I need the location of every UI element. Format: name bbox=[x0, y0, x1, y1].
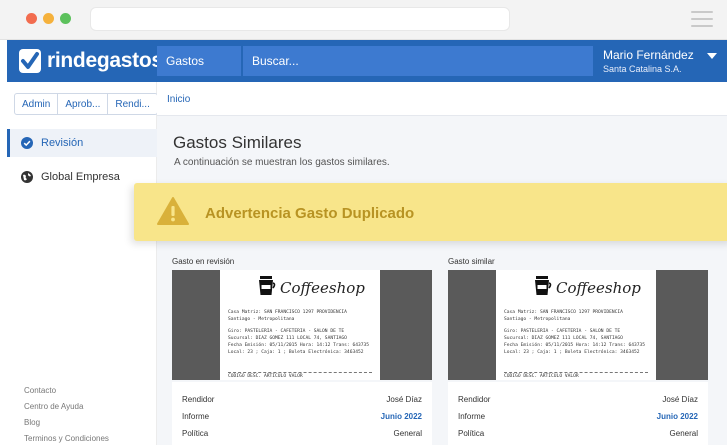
user-menu[interactable]: Mario Fernández Santa Catalina S.A. bbox=[603, 48, 694, 74]
receipt-line: Giro: PASTELERIA - CAFETERIA - SALON DE … bbox=[504, 329, 621, 334]
receipt-line: CODIGO DESC. ARTICULO VALOR bbox=[504, 374, 579, 379]
detail-key: Informe bbox=[458, 412, 486, 421]
page-subtitle: A continuación se muestran los gastos si… bbox=[174, 157, 390, 168]
detail-row-rendidor: Rendidor José Díaz bbox=[458, 395, 698, 409]
detail-value: General bbox=[669, 429, 698, 438]
main-content: Inicio Gastos Similares A continuación s… bbox=[157, 82, 727, 445]
receipt-paper: Coffeeshop Casa Matriz: SAN FRANCISCO 12… bbox=[220, 270, 380, 380]
check-circle-icon bbox=[21, 137, 33, 149]
detail-key: Rendidor bbox=[182, 395, 215, 404]
card-label-review: Gasto en revisión bbox=[172, 257, 235, 266]
sidebar-item-label: Revisión bbox=[41, 137, 84, 149]
chevron-down-icon[interactable] bbox=[707, 53, 717, 59]
detail-row-rendidor: Rendidor José Díaz bbox=[182, 395, 422, 409]
detail-key: Política bbox=[458, 429, 485, 438]
user-name: Mario Fernández bbox=[603, 48, 694, 62]
receipt-line: Local: 23 ; Caja: 1 ; Boleta Electrónica… bbox=[228, 350, 364, 355]
coffee-cup-icon bbox=[259, 276, 276, 295]
segment-aprobador[interactable]: Aprob... bbox=[58, 94, 109, 114]
sidebar-item-revision[interactable]: Revisión bbox=[7, 129, 157, 157]
detail-value: José Díaz bbox=[386, 395, 422, 404]
receipt-brand: Coffeeshop bbox=[280, 279, 365, 297]
address-bar[interactable] bbox=[90, 7, 510, 31]
receipt-line: Santiago - Metropolitana bbox=[504, 317, 571, 322]
receipt-paper: Coffeeshop Casa Matriz: SAN FRANCISCO 12… bbox=[496, 270, 656, 380]
sidebar: Admin Aprob... Rendi... Revisión Global … bbox=[7, 82, 158, 445]
coffee-cup-icon bbox=[535, 276, 552, 295]
footer-link-terminos[interactable]: Terminos y Condiciones bbox=[24, 434, 109, 443]
detail-row-informe: Informe Junio 2022 bbox=[458, 412, 698, 426]
detail-value: José Díaz bbox=[662, 395, 698, 404]
receipt-divider bbox=[504, 372, 648, 373]
footer-link-blog[interactable]: Blog bbox=[24, 418, 40, 427]
logo-text: rindegastos bbox=[47, 49, 163, 72]
window-minimize-dot[interactable] bbox=[43, 13, 54, 24]
receipt-line: Fecha Emisión: 05/11/2015 Hora: 14:12 Tr… bbox=[504, 343, 646, 348]
browser-menu-icon[interactable] bbox=[691, 11, 713, 27]
detail-value-link[interactable]: Junio 2022 bbox=[657, 412, 698, 421]
receipt-line: Sucursal: DIAZ GOMEZ 111 LOCAL 74, SANTI… bbox=[228, 336, 347, 341]
segment-admin[interactable]: Admin bbox=[15, 94, 59, 114]
app-header: rindegastos Gastos Buscar... Mario Ferná… bbox=[7, 40, 727, 82]
expense-details-review: Rendidor José Díaz Informe Junio 2022 Po… bbox=[172, 382, 432, 445]
detail-row-politica: Política General bbox=[182, 429, 422, 443]
receipt-image-similar[interactable]: Coffeeshop Casa Matriz: SAN FRANCISCO 12… bbox=[448, 270, 708, 380]
receipt-image-review[interactable]: Coffeeshop Casa Matriz: SAN FRANCISCO 12… bbox=[172, 270, 432, 380]
role-switcher: Admin Aprob... Rendi... bbox=[14, 93, 158, 115]
user-company: Santa Catalina S.A. bbox=[603, 64, 682, 74]
logo[interactable]: rindegastos bbox=[19, 48, 163, 74]
window-close-dot[interactable] bbox=[26, 13, 37, 24]
footer-link-centro-ayuda[interactable]: Centro de Ayuda bbox=[24, 402, 83, 411]
breadcrumb-inicio[interactable]: Inicio bbox=[167, 94, 190, 105]
search-input[interactable]: Buscar... bbox=[243, 46, 593, 76]
receipt-brand: Coffeeshop bbox=[556, 279, 641, 297]
receipt-line: Fecha Emisión: 05/11/2015 Hora: 14:12 Tr… bbox=[228, 343, 370, 348]
receipt-line: Casa Matriz: SAN FRANCISCO 1297 PROVIDEN… bbox=[228, 310, 347, 315]
duplicate-warning-banner: Advertencia Gasto Duplicado bbox=[134, 183, 727, 241]
sidebar-item-label: Global Empresa bbox=[41, 171, 120, 183]
receipt-line: Santiago - Metropolitana bbox=[228, 317, 295, 322]
warning-text: Advertencia Gasto Duplicado bbox=[205, 205, 415, 222]
detail-row-informe: Informe Junio 2022 bbox=[182, 412, 422, 426]
receipt-line: CODIGO DESC. ARTICULO VALOR bbox=[228, 374, 303, 379]
detail-value-link[interactable]: Junio 2022 bbox=[381, 412, 422, 421]
segment-rendidor[interactable]: Rendi... bbox=[108, 94, 156, 114]
receipt-line: Sucursal: DIAZ GOMEZ 111 LOCAL 74, SANTI… bbox=[504, 336, 623, 341]
logo-check-icon bbox=[19, 49, 41, 73]
card-label-similar: Gasto similar bbox=[448, 257, 495, 266]
footer-link-contacto[interactable]: Contacto bbox=[24, 386, 56, 395]
receipt-line: Casa Matriz: SAN FRANCISCO 1297 PROVIDEN… bbox=[504, 310, 623, 315]
globe-icon bbox=[21, 171, 33, 183]
receipt-line: Local: 23 ; Caja: 1 ; Boleta Electrónica… bbox=[504, 350, 640, 355]
detail-key: Rendidor bbox=[458, 395, 491, 404]
breadcrumb: Inicio bbox=[157, 82, 727, 116]
receipt-line: Giro: PASTELERIA - CAFETERIA - SALON DE … bbox=[228, 329, 345, 334]
detail-key: Informe bbox=[182, 412, 210, 421]
detail-key: Política bbox=[182, 429, 209, 438]
receipt-divider bbox=[228, 372, 372, 373]
detail-value: General bbox=[393, 429, 422, 438]
warning-icon bbox=[157, 197, 189, 225]
detail-row-politica: Política General bbox=[458, 429, 698, 443]
expense-details-similar: Rendidor José Díaz Informe Junio 2022 Po… bbox=[448, 382, 708, 445]
module-selector[interactable]: Gastos bbox=[157, 46, 241, 76]
page-title: Gastos Similares bbox=[173, 133, 302, 152]
window-zoom-dot[interactable] bbox=[60, 13, 71, 24]
browser-chrome bbox=[0, 0, 727, 40]
app-window: rindegastos Gastos Buscar... Mario Ferná… bbox=[0, 0, 727, 445]
